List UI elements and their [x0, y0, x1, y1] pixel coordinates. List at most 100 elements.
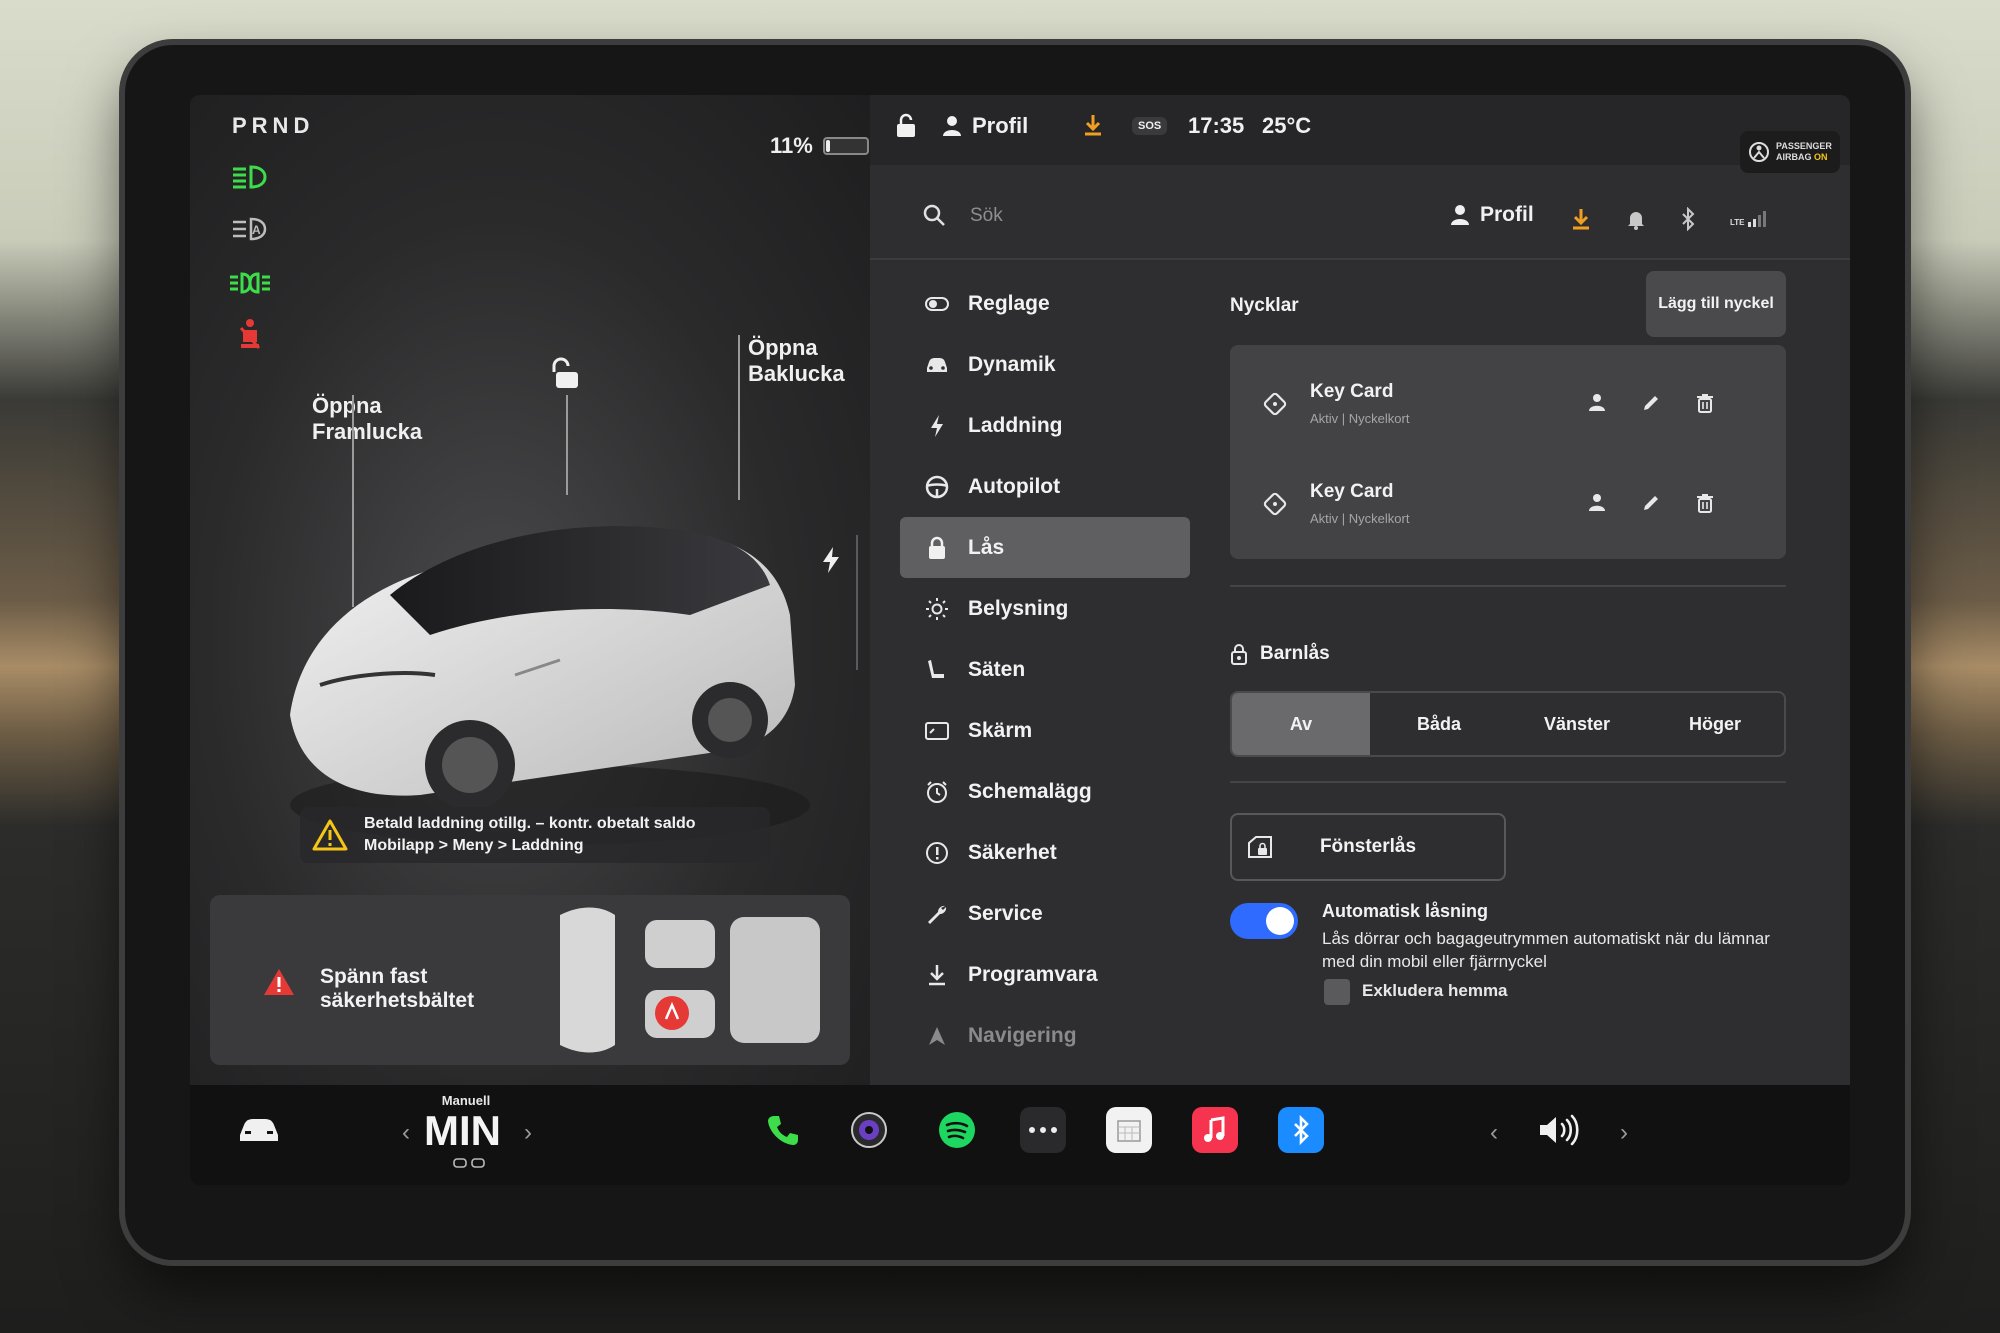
child-lock-option-off[interactable]: Av [1232, 693, 1370, 755]
key-card-icon [1263, 392, 1287, 416]
headlight-icon [228, 159, 272, 195]
bell-icon[interactable] [1626, 208, 1646, 230]
profile-button[interactable]: Profil [1450, 203, 1534, 227]
alert-triangle-icon [264, 969, 294, 995]
key-driver-profile-icon[interactable] [1586, 393, 1608, 415]
menu-item-belysning[interactable]: Belysning [900, 578, 1190, 639]
menu-item-laddning[interactable]: Laddning [900, 395, 1190, 456]
open-frunk-button[interactable]: Öppna Framlucka [312, 393, 422, 445]
seatbelt-warning-icon [228, 317, 272, 353]
menu-label: Navigering [968, 1023, 1077, 1047]
open-trunk-button[interactable]: Öppna Baklucka [748, 335, 845, 387]
clock: 17:35 [1188, 113, 1245, 138]
battery-indicator: 11% [770, 133, 869, 159]
open-trunk-label-2: Baklucka [748, 361, 845, 386]
phone-icon[interactable] [760, 1107, 806, 1153]
download-icon[interactable] [1570, 207, 1592, 231]
search-input[interactable]: Sök [970, 205, 1003, 227]
calendar-icon[interactable] [1106, 1107, 1152, 1153]
status-download-icon[interactable] [1082, 113, 1104, 143]
window-lock-button[interactable]: Fönsterlås [1230, 813, 1506, 881]
car-controls-icon[interactable] [236, 1107, 282, 1153]
key-edit-icon[interactable] [1640, 393, 1662, 415]
seat-heater-icon[interactable] [452, 1157, 486, 1171]
window-lock-label: Fönsterlås [1319, 836, 1417, 857]
menu-item-programvara[interactable]: Programvara [900, 944, 1190, 1005]
key-edit-icon[interactable] [1640, 493, 1662, 515]
child-lock-title: Barnlås [1260, 643, 1330, 664]
volume-decrease-chevron[interactable]: ‹ [1490, 1119, 1498, 1147]
menu-label: Programvara [968, 962, 1098, 986]
key-delete-icon[interactable] [1694, 393, 1716, 415]
climate-increase-chevron[interactable]: › [524, 1119, 532, 1147]
menu-item-service[interactable]: Service [900, 883, 1190, 944]
menu-item-autopilot[interactable]: Autopilot [900, 456, 1190, 517]
key-row[interactable]: Key Card Aktiv | Nyckelkort [1230, 353, 1786, 453]
seat-icon [924, 657, 950, 683]
menu-item-las[interactable]: Lås [900, 517, 1190, 578]
child-lock-option-right[interactable]: Höger [1646, 693, 1784, 755]
panel-scrollbar[interactable] [856, 535, 858, 670]
charging-warning-banner[interactable]: Betald laddning otillg. – kontr. obetalt… [300, 807, 770, 863]
battery-bar [822, 137, 869, 155]
child-lock-icon [1231, 644, 1247, 665]
unlock-icon[interactable] [550, 357, 584, 396]
music-icon[interactable] [1192, 1107, 1238, 1153]
search-icon[interactable] [922, 203, 946, 227]
menu-item-navigering[interactable]: Navigering [900, 1005, 1190, 1066]
child-lock-option-both[interactable]: Båda [1370, 693, 1508, 755]
window-lock-icon [1248, 836, 1272, 858]
status-profile-button[interactable]: Profil [942, 113, 1028, 139]
sos-button[interactable]: SOS [1132, 117, 1168, 135]
open-trunk-label-1: Öppna [748, 335, 818, 360]
search-header: Sök Profil LTE [870, 165, 1850, 260]
climate-decrease-chevron[interactable]: ‹ [402, 1119, 410, 1147]
menu-item-saten[interactable]: Säten [900, 639, 1190, 700]
wrench-icon [924, 901, 950, 927]
menu-item-sakerhet[interactable]: Säkerhet [900, 822, 1190, 883]
climate-fan-value[interactable]: MIN [424, 1107, 501, 1155]
keys-title: Nycklar [1230, 295, 1299, 316]
outside-temperature: 25°C [1262, 113, 1312, 138]
section-divider [1230, 585, 1786, 587]
charging-warning-line1: Betald laddning otillg. – kontr. obetalt… [364, 815, 696, 832]
camera-icon[interactable] [846, 1107, 892, 1153]
auto-lock-toggle[interactable] [1230, 903, 1298, 939]
key-driver-profile-icon[interactable] [1586, 493, 1608, 515]
menu-item-skarm[interactable]: Skärm [900, 700, 1190, 761]
menu-item-reglage[interactable]: Reglage [900, 273, 1190, 334]
menu-label: Autopilot [968, 474, 1061, 498]
toggle-icon [924, 291, 950, 317]
status-profile-label: Profil [972, 113, 1029, 138]
profile-label: Profil [1480, 203, 1534, 226]
key-card-icon [1263, 492, 1287, 516]
key-row[interactable]: Key Card Aktiv | Nyckelkort [1230, 453, 1786, 553]
seatbelt-alert-card: Spänn fast säkerhetsbältet [210, 895, 850, 1065]
add-key-button[interactable]: Lägg till nyckel [1646, 271, 1786, 337]
lock-status-icon[interactable] [894, 113, 918, 145]
menu-item-schemalagg[interactable]: Schemalägg [900, 761, 1190, 822]
seatbelt-alert-text: Spänn fast säkerhetsbältet [320, 965, 474, 1013]
volume-increase-chevron[interactable]: › [1620, 1119, 1628, 1147]
bluetooth-app-icon[interactable] [1278, 1107, 1324, 1153]
menu-item-dynamik[interactable]: Dynamik [900, 334, 1190, 395]
navigation-icon [924, 1023, 950, 1049]
bluetooth-icon[interactable] [1680, 207, 1696, 231]
keys-list: Key Card Aktiv | Nyckelkort Key Card Akt… [1230, 345, 1786, 559]
auto-lock-title: Automatisk låsning [1322, 901, 1489, 921]
exclude-home-checkbox[interactable] [1324, 979, 1350, 1005]
airbag-line1: PASSENGER [1776, 141, 1832, 151]
lock-icon [924, 535, 950, 561]
charge-port-icon[interactable] [820, 545, 842, 580]
spotify-icon[interactable] [934, 1107, 980, 1153]
touchscreen: PRND A 11% Öppna Framlucka Öppna Bakluck… [190, 95, 1850, 1185]
menu-label: Dynamik [968, 352, 1056, 376]
section-divider [1230, 781, 1786, 783]
menu-label: Belysning [968, 596, 1069, 620]
volume-icon[interactable] [1536, 1107, 1582, 1153]
key-delete-icon[interactable] [1694, 493, 1716, 515]
more-apps-icon[interactable] [1020, 1107, 1066, 1153]
key-name: Key Card [1310, 481, 1394, 502]
child-lock-option-left[interactable]: Vänster [1508, 693, 1646, 755]
child-lock-header: Barnlås [1230, 643, 1330, 665]
